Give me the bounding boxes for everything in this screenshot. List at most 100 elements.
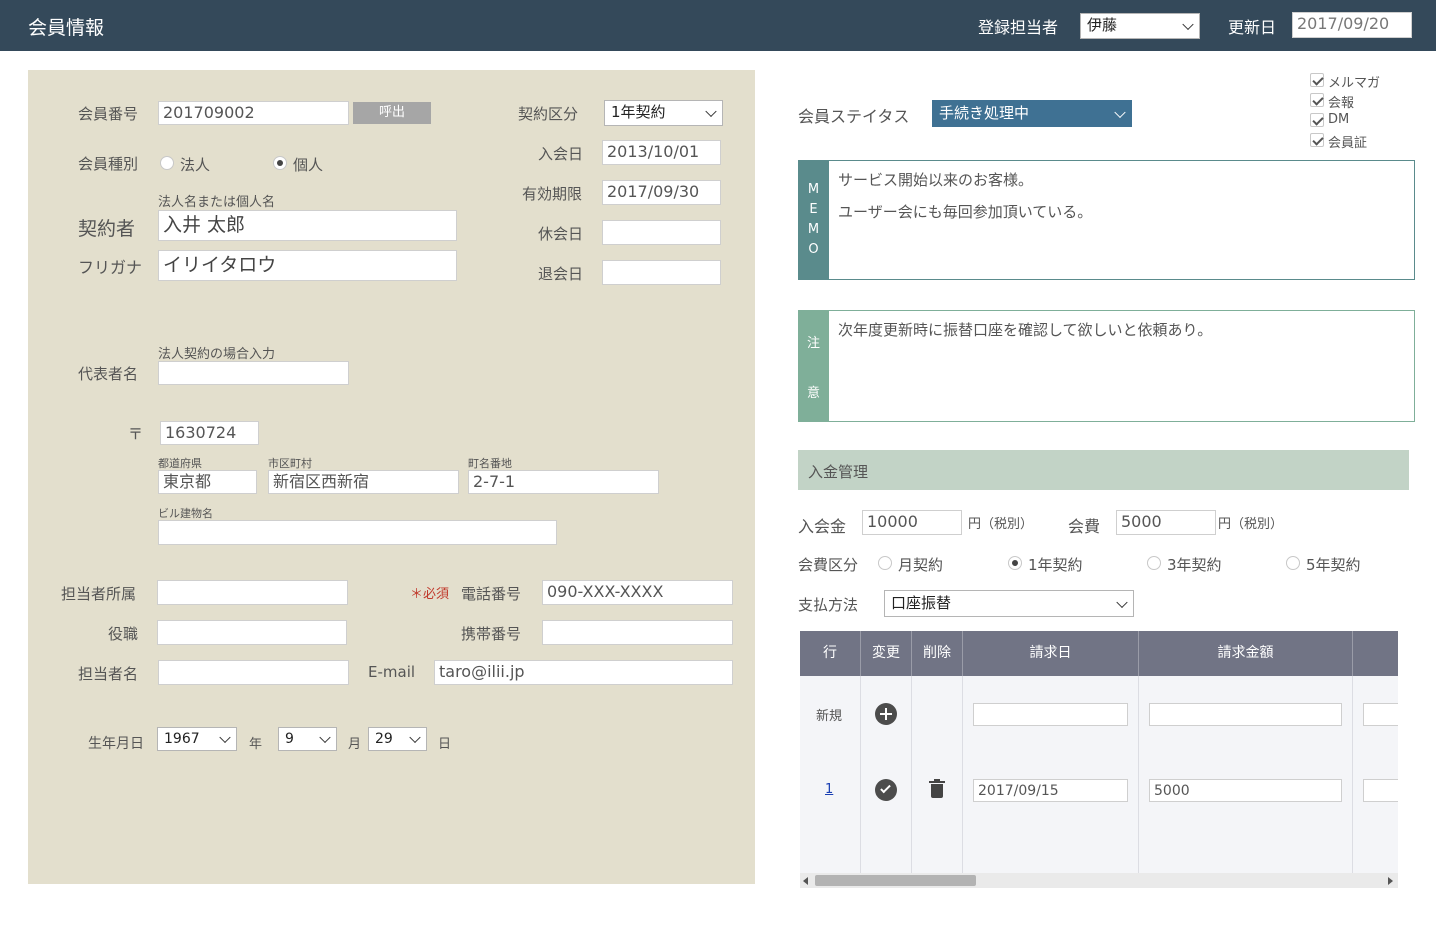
rep-hint: 法人契約の場合入力 (158, 347, 276, 362)
status-value: 手続き処理中 (939, 104, 1030, 122)
status-select[interactable]: 手続き処理中 (932, 100, 1132, 127)
birth-year-value: 1967 (164, 731, 200, 747)
building-input[interactable] (158, 520, 557, 545)
new-bill-amount-input[interactable] (1149, 703, 1342, 726)
check-edit-icon[interactable] (875, 779, 897, 801)
town-input[interactable]: 2-7-1 (468, 470, 659, 494)
birth-year-select[interactable]: 1967 (157, 727, 237, 751)
position-input[interactable] (157, 620, 347, 645)
position-label: 役職 (108, 625, 139, 643)
updated-date-input[interactable]: 2017/09/20 (1292, 12, 1412, 38)
person-label: 担当者名 (78, 665, 139, 683)
birth-label: 生年月日 (88, 736, 144, 752)
name-hint: 法人名または個人名 (158, 195, 276, 210)
chevron-down-icon (705, 105, 717, 118)
expiry-input[interactable]: 2017/09/30 (602, 180, 721, 205)
radio-corp-label: 法人 (180, 156, 211, 174)
city-input[interactable]: 新宿区西新宿 (268, 470, 459, 494)
registrar-label: 登録担当者 (978, 18, 1059, 37)
suspend-input[interactable] (602, 220, 721, 245)
contractor-label: 契約者 (78, 218, 136, 240)
extra-input[interactable] (1363, 779, 1398, 802)
checkbox-dm-label: DM (1328, 112, 1350, 127)
town-label: 町名番地 (468, 457, 512, 470)
radio-5year[interactable] (1286, 556, 1300, 570)
year-unit: 年 (249, 737, 263, 752)
billing-table-header: 行 変更 削除 請求日 請求金額 (800, 631, 1398, 676)
withdraw-label: 退会日 (538, 265, 584, 283)
memo-letter: M (807, 182, 820, 197)
radio-corp[interactable] (160, 156, 174, 170)
contract-type-label: 契約区分 (518, 105, 579, 123)
fee-type-label: 会費区分 (798, 556, 859, 574)
join-date-input[interactable]: 2013/10/01 (602, 140, 721, 165)
plus-v (885, 708, 887, 720)
phone-input[interactable]: 090-XXX-XXXX (542, 580, 733, 605)
building-label: ビル建物名 (158, 507, 213, 520)
radio-person[interactable] (273, 156, 287, 170)
fee-unit: 円（税別） (1218, 517, 1284, 532)
new-extra-input[interactable] (1363, 703, 1398, 726)
member-number-input[interactable]: 201709002 (158, 101, 349, 125)
bill-amount-input[interactable]: 5000 (1149, 779, 1342, 802)
email-input[interactable]: taro@ilii.jp (434, 660, 733, 685)
postal-input[interactable]: 1630724 (160, 421, 259, 445)
join-fee-input[interactable]: 10000 (862, 510, 962, 535)
withdraw-input[interactable] (602, 260, 721, 285)
suspend-label: 休会日 (538, 225, 584, 243)
radio-3year[interactable] (1147, 556, 1161, 570)
fee-input[interactable]: 5000 (1116, 510, 1216, 535)
contractor-input[interactable]: 入井 太郎 (158, 210, 457, 241)
caution-letter: 注 (806, 336, 820, 351)
pref-input[interactable]: 東京都 (158, 470, 257, 494)
col-row: 行 (800, 631, 861, 676)
checkbox-mailmag[interactable] (1310, 73, 1324, 87)
checkbox-bulletin[interactable] (1310, 93, 1324, 107)
horizontal-scrollbar[interactable] (800, 873, 1398, 888)
radio-monthly[interactable] (878, 556, 892, 570)
checkbox-dm[interactable] (1310, 113, 1324, 127)
registrar-select[interactable]: 伊藤 (1080, 13, 1200, 39)
new-bill-date-input[interactable] (973, 703, 1128, 726)
join-fee-label: 入会金 (798, 517, 847, 536)
rep-input[interactable] (158, 361, 349, 385)
caution-text: 次年度更新時に振替口座を確認して欲しいと依頼あり。 (838, 321, 1213, 339)
payment-section-header: 入金管理 (798, 450, 1409, 490)
registrar-value: 伊藤 (1087, 16, 1118, 34)
mobile-input[interactable] (542, 620, 733, 645)
mobile-label: 携帯番号 (461, 625, 522, 643)
caution-side-label: 注 意 (798, 310, 829, 422)
chevron-down-icon (1182, 18, 1194, 31)
status-label: 会員ステイタス (798, 107, 910, 126)
method-select[interactable]: 口座振替 (884, 590, 1134, 617)
method-value: 口座振替 (891, 594, 952, 612)
row-number-link[interactable]: 1 (825, 782, 833, 797)
bill-date-input[interactable]: 2017/09/15 (973, 779, 1128, 802)
chevron-down-icon (319, 731, 331, 744)
trash-body (931, 784, 943, 798)
app-header: 会員情報 登録担当者 伊藤 更新日 2017/09/20 (0, 0, 1436, 51)
scroll-right-icon[interactable] (1388, 877, 1393, 885)
kana-label: フリガナ (78, 258, 143, 277)
birth-day-select[interactable]: 29 (368, 727, 427, 751)
person-input[interactable] (158, 660, 349, 685)
add-icon[interactable] (875, 703, 897, 725)
memo-letter: O (808, 242, 819, 257)
col-bill-date: 請求日 (963, 631, 1139, 676)
trash-icon[interactable] (929, 779, 945, 799)
caution-letter: 意 (806, 386, 820, 401)
checkbox-card[interactable] (1310, 133, 1324, 147)
contract-type-select[interactable]: 1年契約 (604, 100, 723, 126)
call-button[interactable]: 呼出 (353, 102, 431, 124)
birth-month-select[interactable]: 9 (278, 727, 337, 751)
scroll-left-icon[interactable] (803, 877, 808, 885)
method-label: 支払方法 (798, 596, 859, 614)
scrollbar-thumb[interactable] (815, 875, 976, 886)
kana-input[interactable]: イリイタロウ (158, 250, 457, 281)
pref-label: 都道府県 (158, 457, 202, 470)
radio-5year-label: 5年契約 (1306, 556, 1361, 574)
checkbox-card-label: 会員証 (1328, 136, 1368, 151)
radio-1year[interactable] (1008, 556, 1022, 570)
check-mark (880, 782, 891, 794)
dept-input[interactable] (157, 580, 348, 605)
